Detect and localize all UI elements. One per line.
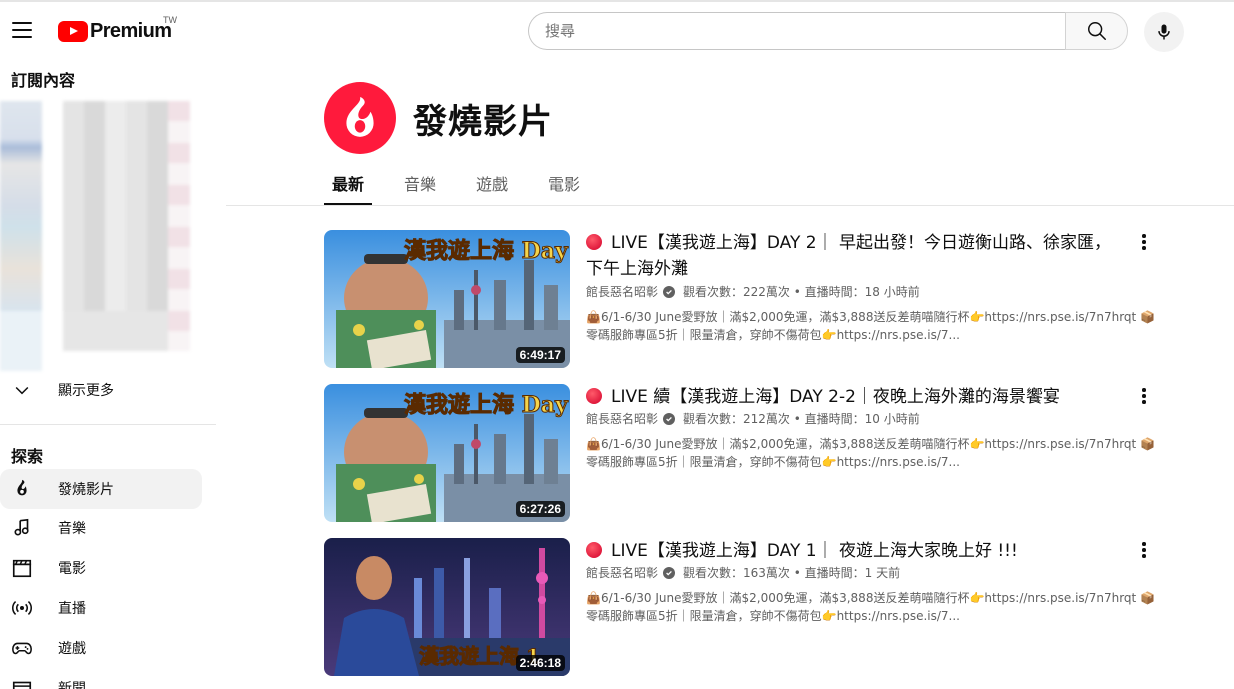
- sidebar-item-label: 電影: [58, 561, 86, 577]
- movies-icon: [10, 556, 34, 580]
- sidebar-item-label: 新聞: [58, 681, 86, 689]
- masthead: Premium TW: [0, 2, 1234, 58]
- show-more-button[interactable]: 顯示更多: [0, 370, 202, 410]
- sidebar-item-news[interactable]: 新聞: [0, 668, 202, 689]
- page-title: 發燒影片: [413, 102, 553, 142]
- verified-icon: [663, 566, 676, 579]
- stream-time: 直播時間：1 天前: [804, 566, 901, 580]
- video-meta: 館長惡名昭彰 觀看次數：163萬次 • 直播時間：1 天前: [586, 564, 900, 581]
- thumbnail-caption: 漢我遊上海 Day 2: [404, 238, 570, 264]
- subscriptions-list-blurred: [0, 101, 200, 371]
- more-actions-button[interactable]: [1132, 230, 1156, 254]
- video-item: 漢我遊上海 1 2:46:18 LIVE【漢我遊上海】DAY 1｜ 夜遊上海大家…: [324, 538, 1156, 678]
- news-icon: [10, 676, 34, 689]
- sidebar-item-music[interactable]: 音樂: [0, 508, 202, 548]
- video-title-text: LIVE【漢我遊上海】DAY 1｜ 夜遊上海大家晚上好 !!!: [611, 541, 1018, 561]
- live-badge-icon: [586, 234, 602, 250]
- video-description: 👜6/1-6/30 June愛野放｜滿$2,000免運，滿$3,888送反差萌喵…: [586, 591, 1155, 623]
- show-more-label: 顯示更多: [58, 383, 114, 399]
- tab-music[interactable]: 音樂: [396, 165, 444, 205]
- voice-search-button[interactable]: [1144, 12, 1184, 52]
- search-box: [528, 12, 1128, 50]
- music-icon: [10, 516, 34, 540]
- video-title-text: LIVE 續【漢我遊上海】DAY 2-2｜夜晚上海外灘的海景饗宴: [611, 387, 1060, 407]
- live-icon: [10, 596, 34, 620]
- microphone-icon: [1158, 24, 1170, 40]
- video-thumbnail[interactable]: 漢我遊上海 1 2:46:18: [324, 538, 570, 676]
- video-title-text: LIVE【漢我遊上海】DAY 2｜ 早起出發！今日遊衡山路、徐家匯，下午上海外灘: [586, 233, 1111, 279]
- video-item: 漢我遊上海 Day 2 6:49:17 LIVE【漢我遊上海】DAY 2｜ 早起…: [324, 230, 1156, 370]
- video-meta: 館長惡名昭彰 觀看次數：222萬次 • 直播時間：18 小時前: [586, 283, 920, 300]
- video-item: 漢我遊上海 Day 2 6:27:26 LIVE 續【漢我遊上海】DAY 2-2…: [324, 384, 1156, 524]
- subscriptions-heading: 訂閱內容: [11, 71, 76, 90]
- meta-separator: •: [789, 411, 805, 426]
- video-duration: 2:46:18: [515, 655, 565, 671]
- sidebar-item-label: 發燒影片: [58, 482, 114, 498]
- meta-separator: •: [789, 284, 805, 299]
- more-actions-button[interactable]: [1132, 384, 1156, 408]
- sidebar-item-gaming[interactable]: 遊戲: [0, 628, 202, 668]
- tabs-divider: [226, 205, 1234, 206]
- live-badge-icon: [586, 388, 602, 404]
- search-button[interactable]: [1065, 12, 1128, 50]
- channel-name[interactable]: 館長惡名昭彰: [586, 564, 658, 581]
- meta-separator: •: [789, 565, 805, 580]
- channel-name[interactable]: 館長惡名昭彰: [586, 283, 658, 300]
- verified-icon: [663, 285, 676, 298]
- gaming-icon: [10, 636, 34, 660]
- trending-icon: [10, 477, 34, 501]
- trending-avatar: [324, 82, 396, 154]
- live-badge-icon: [586, 542, 602, 558]
- view-count: 觀看次數：222萬次: [683, 285, 790, 299]
- youtube-play-icon: [58, 20, 88, 42]
- sidebar-item-movies[interactable]: 電影: [0, 548, 202, 588]
- tab-latest[interactable]: 最新: [324, 165, 373, 205]
- thumbnail-caption: 漢我遊上海 Day 2: [404, 392, 570, 418]
- sidebar-item-trending[interactable]: 發燒影片: [0, 469, 202, 509]
- search-input[interactable]: [528, 12, 1065, 50]
- stream-time: 直播時間：18 小時前: [804, 285, 920, 299]
- sidebar: 訂閱內容 顯示更多 探索 發燒影片 音樂 電影 直播 遊戲 新聞: [0, 58, 216, 689]
- video-title[interactable]: LIVE 續【漢我遊上海】DAY 2-2｜夜晚上海外灘的海景饗宴: [586, 384, 1126, 410]
- video-description: 👜6/1-6/30 June愛野放｜滿$2,000免運，滿$3,888送反差萌喵…: [586, 310, 1155, 342]
- youtube-premium-logo[interactable]: Premium: [58, 19, 172, 43]
- category-tabs: 最新 音樂 遊戲 電影: [324, 165, 612, 205]
- sidebar-item-label: 音樂: [58, 521, 86, 537]
- sidebar-item-label: 遊戲: [58, 641, 86, 657]
- search-icon: [1087, 22, 1106, 40]
- verified-icon: [663, 412, 676, 425]
- video-title[interactable]: LIVE【漢我遊上海】DAY 1｜ 夜遊上海大家晚上好 !!!: [586, 538, 1126, 564]
- video-title[interactable]: LIVE【漢我遊上海】DAY 2｜ 早起出發！今日遊衡山路、徐家匯，下午上海外灘: [586, 230, 1126, 282]
- sidebar-divider: [0, 424, 216, 425]
- explore-heading: 探索: [11, 447, 44, 466]
- view-count: 觀看次數：163萬次: [683, 566, 790, 580]
- video-duration: 6:27:26: [515, 501, 565, 517]
- video-thumbnail[interactable]: 漢我遊上海 Day 2 6:49:17: [324, 230, 570, 368]
- tab-gaming[interactable]: 遊戲: [468, 165, 516, 205]
- more-actions-button[interactable]: [1132, 538, 1156, 562]
- video-thumbnail[interactable]: 漢我遊上海 Day 2 6:27:26: [324, 384, 570, 522]
- chevron-down-icon: [10, 378, 34, 402]
- trending-flame-icon: [346, 97, 374, 137]
- logo-text: Premium: [90, 19, 172, 42]
- sidebar-item-label: 直播: [58, 601, 86, 617]
- sidebar-item-live[interactable]: 直播: [0, 588, 202, 628]
- video-duration: 6:49:17: [515, 347, 565, 363]
- video-meta: 館長惡名昭彰 觀看次數：212萬次 • 直播時間：10 小時前: [586, 410, 920, 427]
- tab-movies[interactable]: 電影: [540, 165, 588, 205]
- channel-name[interactable]: 館長惡名昭彰: [586, 410, 658, 427]
- menu-icon[interactable]: [12, 22, 32, 38]
- stream-time: 直播時間：10 小時前: [804, 412, 920, 426]
- view-count: 觀看次數：212萬次: [683, 412, 790, 426]
- region-code: TW: [163, 15, 177, 25]
- video-description: 👜6/1-6/30 June愛野放｜滿$2,000免運，滿$3,888送反差萌喵…: [586, 437, 1155, 469]
